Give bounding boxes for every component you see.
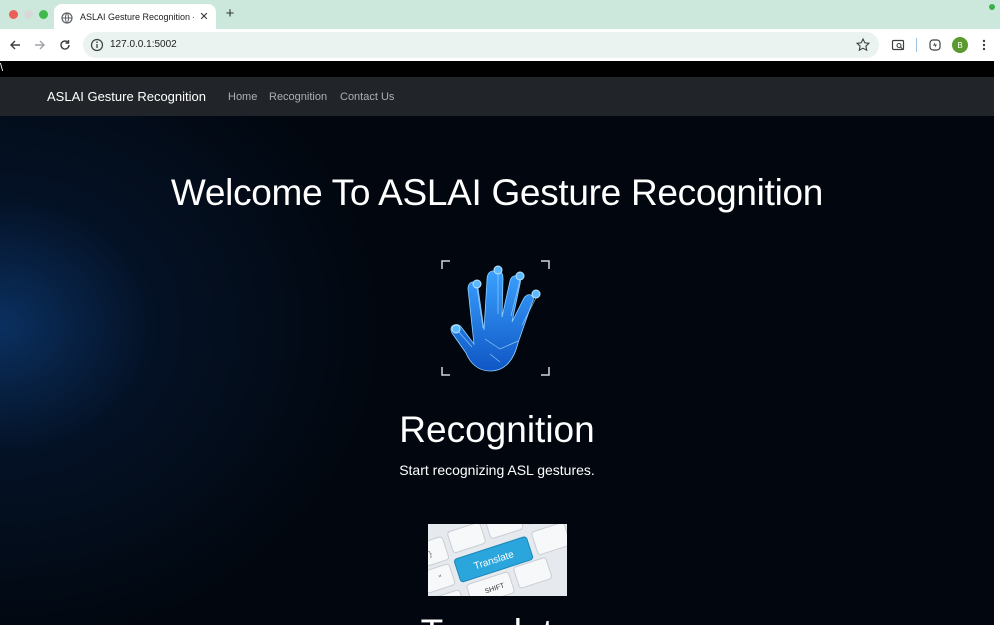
lens-search-icon[interactable] — [890, 37, 906, 53]
reload-icon[interactable] — [57, 37, 73, 53]
stray-text: \ — [0, 61, 994, 77]
minimize-window-button[interactable] — [24, 10, 33, 19]
navbar-brand[interactable]: ASLAI Gesture Recognition — [47, 89, 206, 104]
globe-icon — [61, 11, 73, 24]
translate-title: Translate — [0, 612, 994, 625]
close-tab-icon[interactable]: ✕ — [198, 10, 210, 23]
new-tab-button[interactable]: + — [223, 6, 237, 22]
browser-tab[interactable]: ASLAI Gesture Recognition - ✕ — [54, 4, 216, 29]
hand-scan-icon[interactable] — [440, 259, 551, 377]
close-window-button[interactable] — [9, 10, 18, 19]
page-title: Welcome To ASLAI Gesture Recognition — [170, 172, 824, 213]
extension-icon[interactable] — [927, 37, 943, 53]
hero-section: Welcome To ASLAI Gesture Recognition Rec… — [0, 116, 994, 625]
maximize-window-button[interactable] — [39, 10, 48, 19]
site-navbar: ASLAI Gesture Recognition Home Recogniti… — [0, 77, 994, 116]
page-viewport: \ ASLAI Gesture Recognition Home Recogni… — [0, 61, 994, 625]
site-info-icon[interactable] — [90, 38, 104, 52]
recognition-description: Start recognizing ASL gestures. — [399, 462, 595, 478]
url-text: 127.0.0.1:5002 — [110, 39, 177, 50]
back-arrow-icon[interactable] — [7, 37, 23, 53]
nav-link-contact-us[interactable]: Contact Us — [340, 91, 394, 103]
browser-tab-strip: ASLAI Gesture Recognition - ✕ + — [0, 0, 1000, 29]
toolbar-divider — [916, 38, 917, 52]
keyboard-translate-image[interactable]: Translate SHIFT } " — [428, 524, 567, 596]
tab-title: ASLAI Gesture Recognition - — [80, 11, 194, 22]
bookmark-star-icon[interactable] — [855, 37, 871, 53]
browser-toolbar: 127.0.0.1:5002 B — [0, 29, 1000, 61]
nav-link-home[interactable]: Home — [228, 91, 257, 103]
forward-arrow-icon[interactable] — [32, 37, 48, 53]
profile-avatar[interactable]: B — [952, 37, 968, 53]
page-scrollbar[interactable] — [994, 61, 1000, 625]
nav-link-recognition[interactable]: Recognition — [269, 91, 327, 103]
status-dot — [989, 4, 995, 10]
address-bar[interactable]: 127.0.0.1:5002 — [83, 32, 879, 58]
more-menu-icon[interactable] — [976, 37, 992, 53]
recognition-title: Recognition — [399, 409, 595, 450]
